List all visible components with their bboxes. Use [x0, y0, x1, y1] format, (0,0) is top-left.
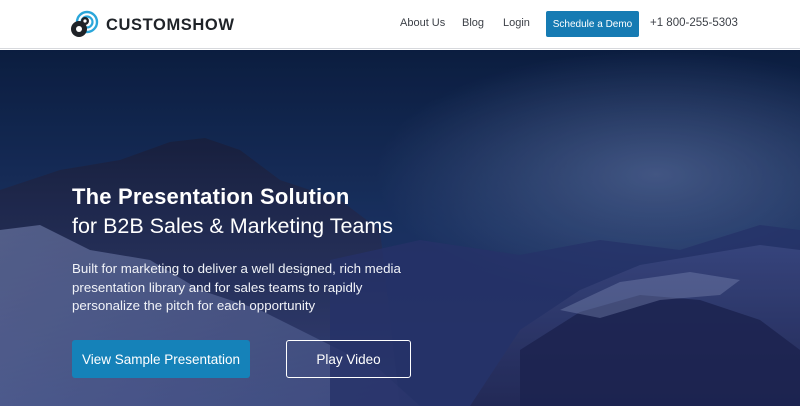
- hero-headline: The Presentation Solution: [72, 184, 350, 209]
- customshow-logo-icon: [68, 9, 100, 41]
- nav-about-us[interactable]: About Us: [400, 17, 445, 29]
- play-video-button[interactable]: Play Video: [286, 340, 411, 378]
- phone-number[interactable]: +1 800-255-5303: [650, 17, 738, 29]
- schedule-demo-button[interactable]: Schedule a Demo: [546, 11, 639, 37]
- hero-subheadline: for B2B Sales & Marketing Teams: [72, 214, 394, 238]
- hero-section: The Presentation Solution for B2B Sales …: [0, 50, 800, 406]
- brand-name: CUSTOMSHOW: [106, 15, 235, 34]
- logo[interactable]: CUSTOMSHOW: [68, 9, 235, 41]
- view-sample-presentation-button[interactable]: View Sample Presentation: [72, 340, 250, 378]
- hero-description: Built for marketing to deliver a well de…: [72, 261, 401, 313]
- site-header: CUSTOMSHOW About Us Blog Login Schedule …: [0, 0, 800, 49]
- nav-blog[interactable]: Blog: [462, 17, 484, 29]
- nav-login[interactable]: Login: [503, 17, 530, 29]
